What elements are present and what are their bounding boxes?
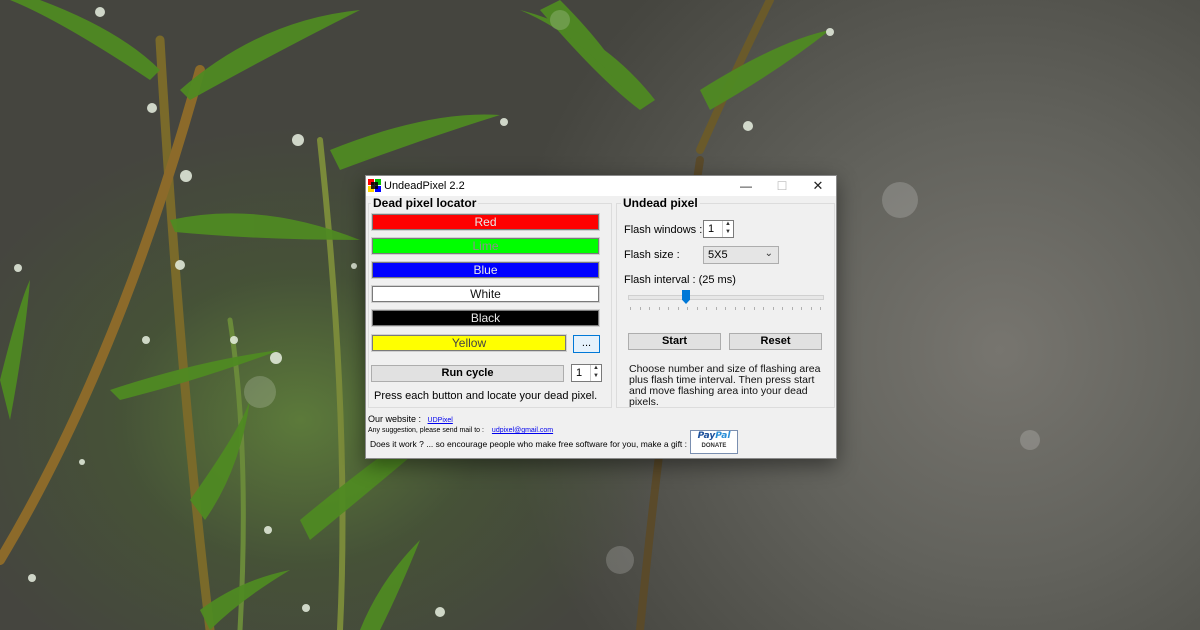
- slider-tick: [687, 307, 688, 310]
- flash-windows-label: Flash windows :: [624, 224, 703, 236]
- dead-pixel-locator-title: Dead pixel locator: [371, 196, 479, 210]
- slider-tick: [640, 307, 641, 310]
- minimize-button[interactable]: —: [728, 176, 764, 196]
- color-button-red[interactable]: Red: [371, 213, 600, 231]
- footer: Our website : UDPixel Any suggestion, pl…: [366, 408, 836, 458]
- slider-tick: [706, 307, 707, 310]
- run-cycle-button[interactable]: Run cycle: [371, 365, 564, 382]
- undeadpixel-window: UndeadPixel 2.2 — ☐ ✕ Dead pixel locator…: [365, 175, 837, 459]
- flash-interval-label: Flash interval : (25 ms): [624, 274, 736, 286]
- slider-tick: [678, 307, 679, 310]
- mail-link[interactable]: udpixel@gmail.com: [492, 427, 553, 434]
- slider-tick: [735, 307, 736, 310]
- color-button-blue[interactable]: Blue: [371, 261, 600, 279]
- slider-tick: [668, 307, 669, 310]
- slider-thumb[interactable]: [682, 290, 690, 304]
- cycle-count-value: 1: [576, 367, 583, 379]
- undead-pixel-title: Undead pixel: [621, 196, 700, 210]
- flash-windows-up-icon[interactable]: ▲: [724, 221, 732, 228]
- flash-windows-down-icon[interactable]: ▼: [724, 229, 732, 236]
- paypal-pay: Pay: [697, 431, 716, 441]
- reset-button[interactable]: Reset: [729, 333, 822, 350]
- flash-size-select[interactable]: 5X5 ⌄: [703, 246, 779, 264]
- slider-tick: [630, 307, 631, 310]
- gift-text: Does it work ? ... so encourage people w…: [370, 439, 688, 449]
- flash-windows-value: 1: [708, 223, 715, 235]
- color-button-white[interactable]: White: [371, 285, 600, 303]
- slider-tick: [725, 307, 726, 310]
- flash-size-label: Flash size :: [624, 249, 680, 261]
- slider-tick: [763, 307, 764, 310]
- custom-color-button[interactable]: ...: [573, 335, 600, 353]
- slider-tick: [811, 307, 812, 310]
- paypal-pal: Pal: [715, 431, 731, 441]
- slider-tick: [782, 307, 783, 310]
- title-bar[interactable]: UndeadPixel 2.2 — ☐ ✕: [366, 176, 836, 196]
- color-button-lime[interactable]: Lime: [371, 237, 600, 255]
- slider-tick: [659, 307, 660, 310]
- start-button[interactable]: Start: [628, 333, 721, 350]
- cycle-count-down-icon[interactable]: ▼: [592, 373, 600, 380]
- paypal-donate-label: DONATE: [701, 443, 727, 449]
- color-button-yellow[interactable]: Yellow: [371, 334, 567, 352]
- maximize-button[interactable]: ☐: [764, 176, 800, 196]
- slider-tick: [801, 307, 802, 310]
- slider-tick: [820, 307, 821, 310]
- cycle-count-up-icon[interactable]: ▲: [592, 365, 600, 372]
- undead-description: Choose number and size of flashing area …: [629, 363, 821, 408]
- flash-interval-slider[interactable]: [628, 289, 824, 311]
- slider-tick: [697, 307, 698, 310]
- slider-tick: [649, 307, 650, 310]
- flash-size-value: 5X5: [708, 249, 728, 261]
- slider-tick: [744, 307, 745, 310]
- slider-tick: [716, 307, 717, 310]
- color-button-black[interactable]: Black: [371, 309, 600, 327]
- chevron-down-icon: ⌄: [764, 248, 773, 259]
- mail-label: Any suggestion, please send mail to :: [368, 427, 484, 434]
- app-icon: [368, 179, 381, 192]
- slider-tick: [754, 307, 755, 310]
- cycle-count-spinner[interactable]: 1 ▲ ▼: [571, 364, 602, 382]
- locator-hint: Press each button and locate your dead p…: [374, 390, 598, 402]
- slider-track: [628, 295, 824, 300]
- close-button[interactable]: ✕: [800, 176, 836, 196]
- flash-windows-spinner[interactable]: 1 ▲ ▼: [703, 220, 734, 238]
- website-label: Our website :: [368, 414, 422, 424]
- website-link[interactable]: UDPixel: [428, 417, 453, 424]
- paypal-donate-button[interactable]: PayPal DONATE: [690, 430, 738, 454]
- paypal-logo: PayPal: [691, 431, 737, 442]
- slider-tick: [773, 307, 774, 310]
- slider-tick: [792, 307, 793, 310]
- slider-ticks: [630, 307, 821, 310]
- window-title: UndeadPixel 2.2: [384, 180, 465, 192]
